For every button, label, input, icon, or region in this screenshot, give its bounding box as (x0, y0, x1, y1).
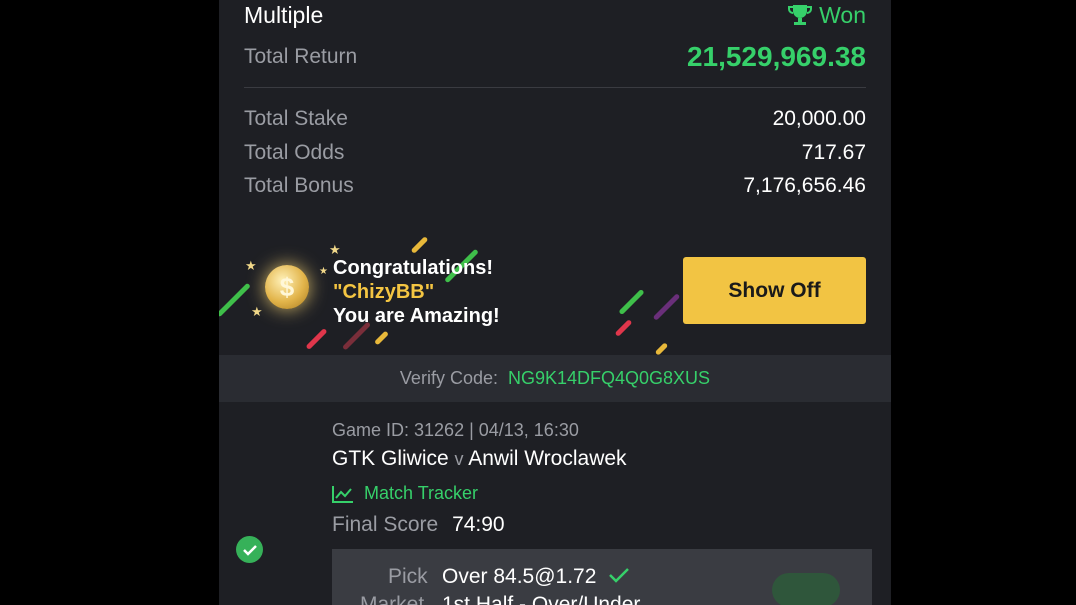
total-return-row: Total Return 21,529,969.38 (244, 40, 866, 74)
sparkle-icon: ★ (319, 266, 328, 277)
summary-row: Total Bonus 7,176,656.46 (244, 173, 866, 199)
confetti-streak (410, 236, 429, 254)
match-tracker-link[interactable]: Match Tracker (332, 483, 871, 504)
sparkle-icon: ★ (251, 304, 263, 319)
bet-detail-panel: Multiple Won Total Return 21,529,969.38 … (219, 0, 891, 605)
total-bonus-label: Total Bonus (244, 174, 354, 197)
verify-code-value[interactable]: NG9K14DFQ4Q0G8XUS (508, 368, 710, 389)
verify-code-label: Verify Code: (399, 368, 498, 388)
match-teams: GTK Gliwice v Anwil Wroclawek (332, 447, 871, 471)
trophy-icon (788, 5, 813, 25)
game-meta: Game ID: 31262 | 04/13, 16:30 (332, 420, 579, 440)
bet-type-title: Multiple (244, 1, 324, 28)
verify-code-bar: Verify Code: NG9K14DFQ4Q0G8XUS (219, 355, 891, 402)
header-row: Multiple Won (244, 0, 866, 30)
show-off-button[interactable]: Show Off (683, 257, 866, 324)
pick-box: Pick Over 84.5@1.72 Market 1st Half - Ov… (332, 549, 872, 605)
pick-value: Over 84.5@1.72 (442, 565, 597, 588)
divider (244, 87, 866, 88)
check-circle-icon (236, 536, 263, 563)
confetti-streak (614, 319, 633, 337)
total-bonus-value: 7,176,656.46 (743, 174, 866, 197)
confetti-streak (652, 293, 681, 321)
summary-row: Total Stake 20,000.00 (244, 106, 866, 132)
total-return-label: Total Return (244, 45, 358, 68)
final-score-value: 74:90 (452, 513, 505, 536)
username: "ChizyBB" (333, 281, 435, 303)
away-team: Anwil Wroclawek (468, 447, 627, 470)
final-score-row: Final Score 74:90 (332, 513, 871, 537)
coin-icon: $ (265, 265, 309, 309)
confetti-streak (374, 330, 389, 346)
final-score-label: Final Score (332, 513, 439, 536)
summary-row: Total Odds 717.67 (244, 140, 866, 166)
confetti-streak (654, 342, 669, 356)
won-stamp-icon (772, 573, 840, 605)
total-stake-value: 20,000.00 (772, 107, 866, 130)
chart-line-icon (332, 485, 353, 503)
status-badge: Won (787, 2, 866, 29)
pick-label: Pick (388, 565, 428, 588)
total-stake-label: Total Stake (244, 107, 348, 130)
sparkle-icon: ★ (245, 258, 257, 273)
game-info: Game ID: 31262 | 04/13, 16:30 GTK Gliwic… (332, 420, 871, 537)
market-label: Market (360, 593, 425, 605)
congrats-banner: ★ ★ ★ ★ $ Congratulations! "ChizyBB" You… (219, 230, 891, 356)
total-odds-value: 717.67 (801, 141, 866, 164)
versus-label: v (454, 449, 464, 469)
status-text: Won (819, 1, 866, 28)
check-icon (609, 568, 629, 583)
match-tracker-label: Match Tracker (364, 483, 479, 503)
confetti-streak (618, 288, 645, 316)
home-team: GTK Gliwice (332, 447, 449, 470)
total-odds-label: Total Odds (244, 141, 345, 164)
congrats-line: Congratulations! (333, 257, 493, 279)
congrats-line: You are Amazing! (333, 305, 500, 327)
total-return-value: 21,529,969.38 (686, 41, 866, 72)
congrats-text: Congratulations! "ChizyBB" You are Amazi… (333, 256, 500, 328)
confetti-streak (219, 282, 251, 318)
confetti-streak (305, 328, 328, 350)
market-value: 1st Half - Over/Under (442, 593, 641, 605)
